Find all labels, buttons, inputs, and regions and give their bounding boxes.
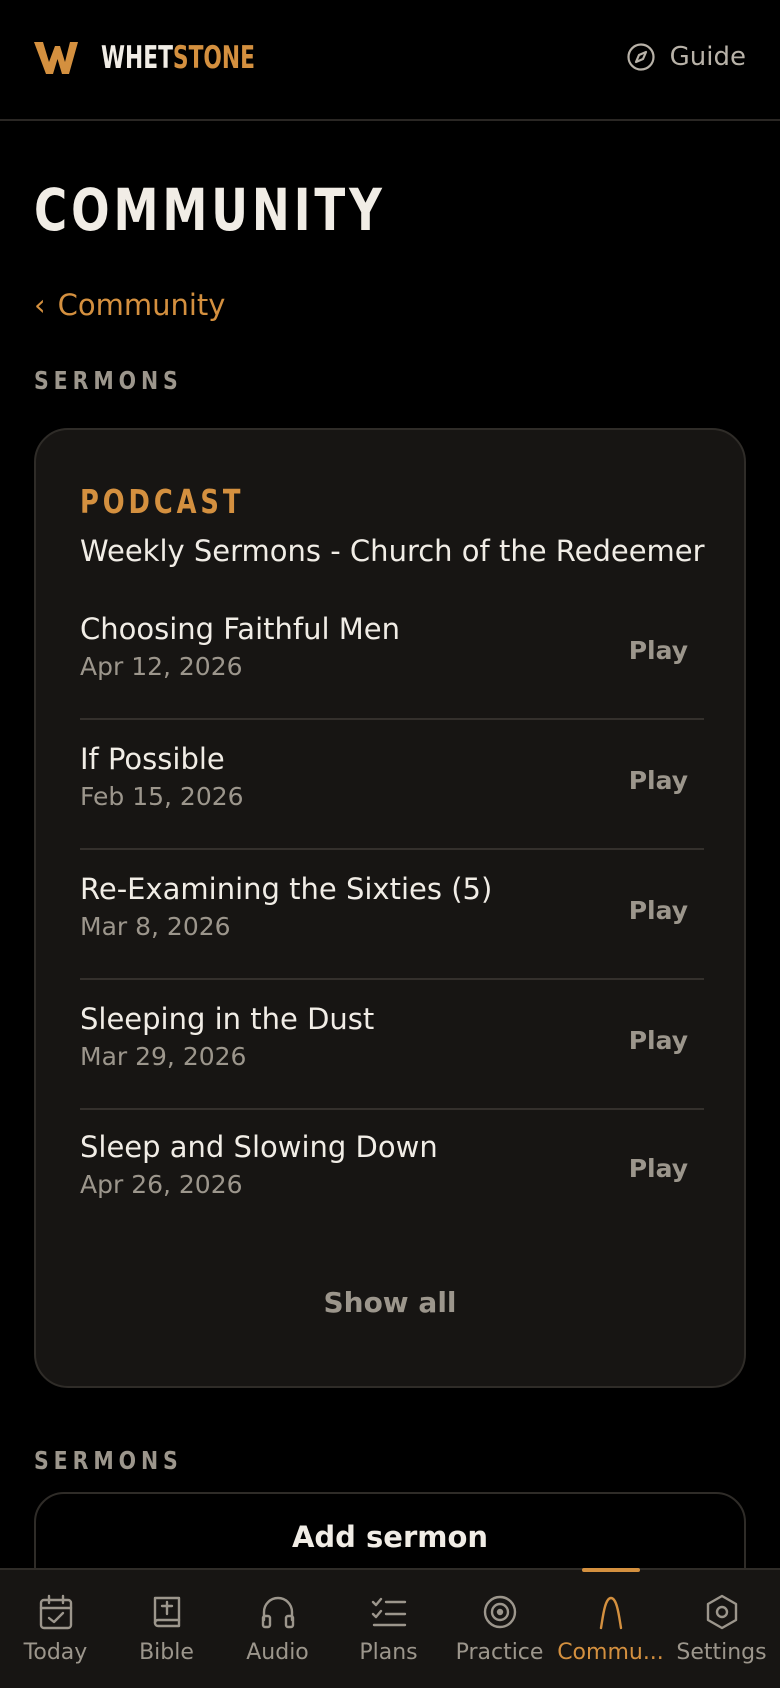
tab-audio[interactable]: Audio [222, 1570, 333, 1688]
tab-bible[interactable]: Bible [111, 1570, 222, 1688]
app-header: WHETSTONE Guide [0, 0, 780, 121]
back-link[interactable]: ‹ Community [34, 288, 225, 322]
tab-plans[interactable]: Plans [333, 1570, 444, 1688]
divider [80, 1108, 704, 1110]
section-label-sermons-2: SERMONS [34, 1446, 183, 1475]
page-title: COMMUNITY [34, 176, 386, 244]
podcast-kind-label: PODCAST [80, 482, 245, 521]
episode-title: Sleep and Slowing Down [80, 1130, 438, 1164]
checklist-icon [371, 1597, 406, 1627]
episode-date: Mar 29, 2026 [80, 1042, 247, 1071]
tab-settings[interactable]: Settings [666, 1570, 777, 1688]
episode-row: Sleep and Slowing Down Apr 26, 2026 Play [80, 1130, 704, 1258]
play-button[interactable]: Play [629, 636, 688, 665]
podcast-title: Weekly Sermons - Church of the Redeemer [80, 534, 705, 568]
compass-icon [627, 43, 655, 71]
tab-label: Commu... [557, 1640, 664, 1665]
episode-title: Sleeping in the Dust [80, 1002, 375, 1036]
headphones-icon [261, 1596, 294, 1629]
bible-icon [153, 1596, 180, 1628]
brand-part-1: WHET [101, 40, 173, 76]
tab-label: Settings [676, 1640, 767, 1665]
guide-button[interactable]: Guide [626, 42, 746, 72]
arch-icon [599, 1596, 622, 1630]
section-label-sermons: SERMONS [34, 366, 183, 395]
hexagon-settings-icon [706, 1594, 737, 1630]
guide-label: Guide [669, 42, 746, 72]
play-button[interactable]: Play [629, 766, 688, 795]
whetstone-logo-icon [34, 42, 78, 74]
episode-row: Re-Examining the Sixties (5) Mar 8, 2026… [80, 872, 704, 1000]
tab-label: Practice [455, 1640, 544, 1665]
tab-label: Today [23, 1640, 88, 1665]
episode-row: Choosing Faithful Men Apr 12, 2026 Play [80, 612, 704, 740]
chevron-left-icon: ‹ [34, 288, 46, 322]
tab-label: Bible [139, 1640, 194, 1665]
divider [80, 978, 704, 980]
episode-title: If Possible [80, 742, 225, 776]
tab-label: Plans [359, 1640, 418, 1665]
episode-date: Apr 26, 2026 [80, 1170, 243, 1199]
episode-date: Apr 12, 2026 [80, 652, 243, 681]
play-button[interactable]: Play [629, 1026, 688, 1055]
brand-part-2: STONE [172, 40, 255, 76]
episode-title: Choosing Faithful Men [80, 612, 400, 646]
episode-row: Sleeping in the Dust Mar 29, 2026 Play [80, 1002, 704, 1130]
active-tab-indicator [581, 1568, 640, 1572]
tab-community[interactable]: Commu... [555, 1568, 666, 1688]
episode-row: If Possible Feb 15, 2026 Play [80, 742, 704, 870]
divider [80, 848, 704, 850]
divider [80, 718, 704, 720]
episode-title: Re-Examining the Sixties (5) [80, 872, 493, 906]
back-label: Community [57, 288, 226, 322]
add-sermon-button[interactable]: Add sermon [36, 1520, 744, 1554]
tab-label: Audio [246, 1640, 309, 1665]
calendar-check-icon [39, 1594, 72, 1630]
play-button[interactable]: Play [629, 896, 688, 925]
play-button[interactable]: Play [629, 1154, 688, 1183]
tab-today[interactable]: Today [0, 1570, 111, 1688]
tab-practice[interactable]: Practice [444, 1570, 555, 1688]
bottom-tab-bar: Today Bible Audio Plans Practice Commu..… [0, 1568, 780, 1688]
podcast-card: PODCAST Weekly Sermons - Church of the R… [34, 428, 746, 1388]
target-icon [483, 1595, 516, 1629]
episode-date: Feb 15, 2026 [80, 782, 244, 811]
show-all-button[interactable]: Show all [36, 1286, 744, 1319]
episode-date: Mar 8, 2026 [80, 912, 231, 941]
brand-wordmark: WHETSTONE [101, 40, 255, 76]
